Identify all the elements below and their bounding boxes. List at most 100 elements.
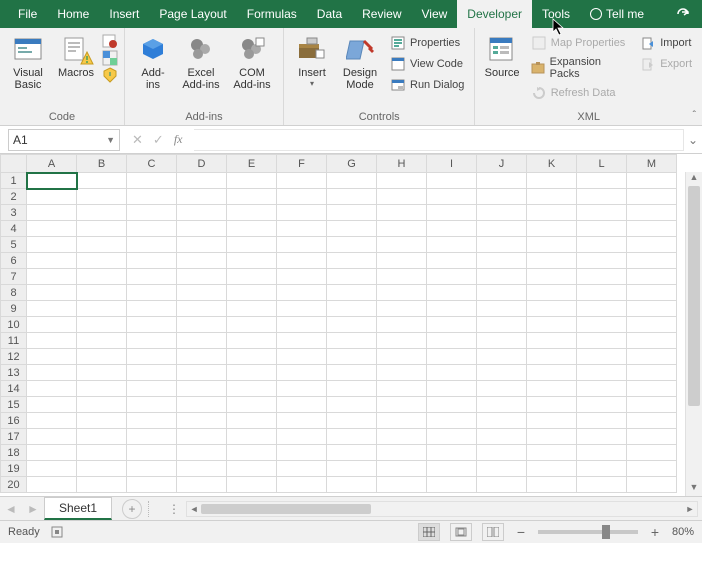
horizontal-scrollbar[interactable]: ◄ ► [186, 501, 698, 517]
cell[interactable] [127, 397, 177, 413]
cell[interactable] [427, 221, 477, 237]
cell[interactable] [427, 269, 477, 285]
cell[interactable] [227, 445, 277, 461]
cell[interactable] [477, 365, 527, 381]
cell[interactable] [477, 477, 527, 493]
cell[interactable] [627, 333, 677, 349]
cell[interactable] [627, 205, 677, 221]
cell[interactable] [227, 189, 277, 205]
zoom-out-button[interactable]: − [514, 524, 528, 540]
row-header[interactable]: 5 [1, 237, 27, 253]
cell[interactable] [177, 253, 227, 269]
row-header[interactable]: 19 [1, 461, 27, 477]
cell[interactable] [227, 397, 277, 413]
cell[interactable] [177, 317, 227, 333]
zoom-in-button[interactable]: + [648, 524, 662, 540]
cell[interactable] [77, 301, 127, 317]
cell[interactable] [227, 317, 277, 333]
macros-button[interactable]: Macros [54, 31, 98, 79]
cell[interactable] [277, 413, 327, 429]
cell[interactable] [77, 461, 127, 477]
cell[interactable] [277, 429, 327, 445]
cell[interactable] [277, 445, 327, 461]
cell[interactable] [477, 397, 527, 413]
row-header[interactable]: 8 [1, 285, 27, 301]
cell[interactable] [577, 461, 627, 477]
cell[interactable] [177, 365, 227, 381]
cell[interactable] [627, 365, 677, 381]
scrollbar-thumb[interactable] [201, 504, 371, 514]
cell[interactable] [127, 333, 177, 349]
cell[interactable] [627, 173, 677, 189]
cell[interactable] [277, 477, 327, 493]
cell[interactable] [277, 269, 327, 285]
cell[interactable] [277, 205, 327, 221]
cell[interactable] [327, 253, 377, 269]
cell[interactable] [327, 189, 377, 205]
cell[interactable] [377, 237, 427, 253]
tab-review[interactable]: Review [352, 0, 411, 28]
cell[interactable] [127, 317, 177, 333]
cell[interactable] [177, 205, 227, 221]
cell[interactable] [77, 365, 127, 381]
cell[interactable] [277, 365, 327, 381]
insert-control-button[interactable]: Insert ▾ [290, 31, 334, 88]
source-button[interactable]: Source [481, 31, 522, 79]
cell[interactable] [627, 237, 677, 253]
cell[interactable] [627, 349, 677, 365]
cell[interactable] [627, 269, 677, 285]
tell-me-search[interactable]: Tell me [580, 0, 654, 28]
cell[interactable] [227, 173, 277, 189]
cell[interactable] [577, 365, 627, 381]
column-header[interactable]: I [427, 155, 477, 173]
cell[interactable] [477, 445, 527, 461]
cell[interactable] [577, 285, 627, 301]
column-header[interactable]: E [227, 155, 277, 173]
cell[interactable] [527, 365, 577, 381]
cell[interactable] [27, 173, 77, 189]
cell[interactable] [527, 349, 577, 365]
cell[interactable] [527, 333, 577, 349]
cell[interactable] [127, 365, 177, 381]
cell[interactable] [427, 413, 477, 429]
cell[interactable] [327, 269, 377, 285]
tab-view[interactable]: View [412, 0, 458, 28]
cell[interactable] [277, 189, 327, 205]
cell[interactable] [277, 381, 327, 397]
cell[interactable] [377, 429, 427, 445]
select-all-corner[interactable] [1, 155, 27, 173]
cell[interactable] [527, 461, 577, 477]
cell[interactable] [27, 189, 77, 205]
cell[interactable] [277, 237, 327, 253]
cell[interactable] [427, 365, 477, 381]
scroll-down-arrow-icon[interactable]: ▼ [686, 482, 702, 496]
cell[interactable] [527, 269, 577, 285]
page-layout-view-button[interactable] [450, 523, 472, 541]
cell[interactable] [27, 317, 77, 333]
cell[interactable] [327, 205, 377, 221]
cell[interactable] [127, 205, 177, 221]
cell[interactable] [427, 397, 477, 413]
cell[interactable] [477, 269, 527, 285]
cell[interactable] [577, 253, 627, 269]
cell[interactable] [27, 205, 77, 221]
tab-formulas[interactable]: Formulas [237, 0, 307, 28]
cell[interactable] [527, 221, 577, 237]
column-header[interactable]: G [327, 155, 377, 173]
import-button[interactable]: Import [636, 33, 696, 53]
cell[interactable] [377, 301, 427, 317]
cell[interactable] [27, 461, 77, 477]
cell[interactable] [77, 253, 127, 269]
cell[interactable] [177, 333, 227, 349]
row-header[interactable]: 17 [1, 429, 27, 445]
cell[interactable] [277, 317, 327, 333]
cell[interactable] [77, 237, 127, 253]
cell[interactable] [477, 333, 527, 349]
cell[interactable] [527, 317, 577, 333]
cell[interactable] [427, 445, 477, 461]
cell[interactable] [227, 237, 277, 253]
cell[interactable] [127, 461, 177, 477]
cell[interactable] [177, 285, 227, 301]
cell[interactable] [227, 253, 277, 269]
row-header[interactable]: 3 [1, 205, 27, 221]
